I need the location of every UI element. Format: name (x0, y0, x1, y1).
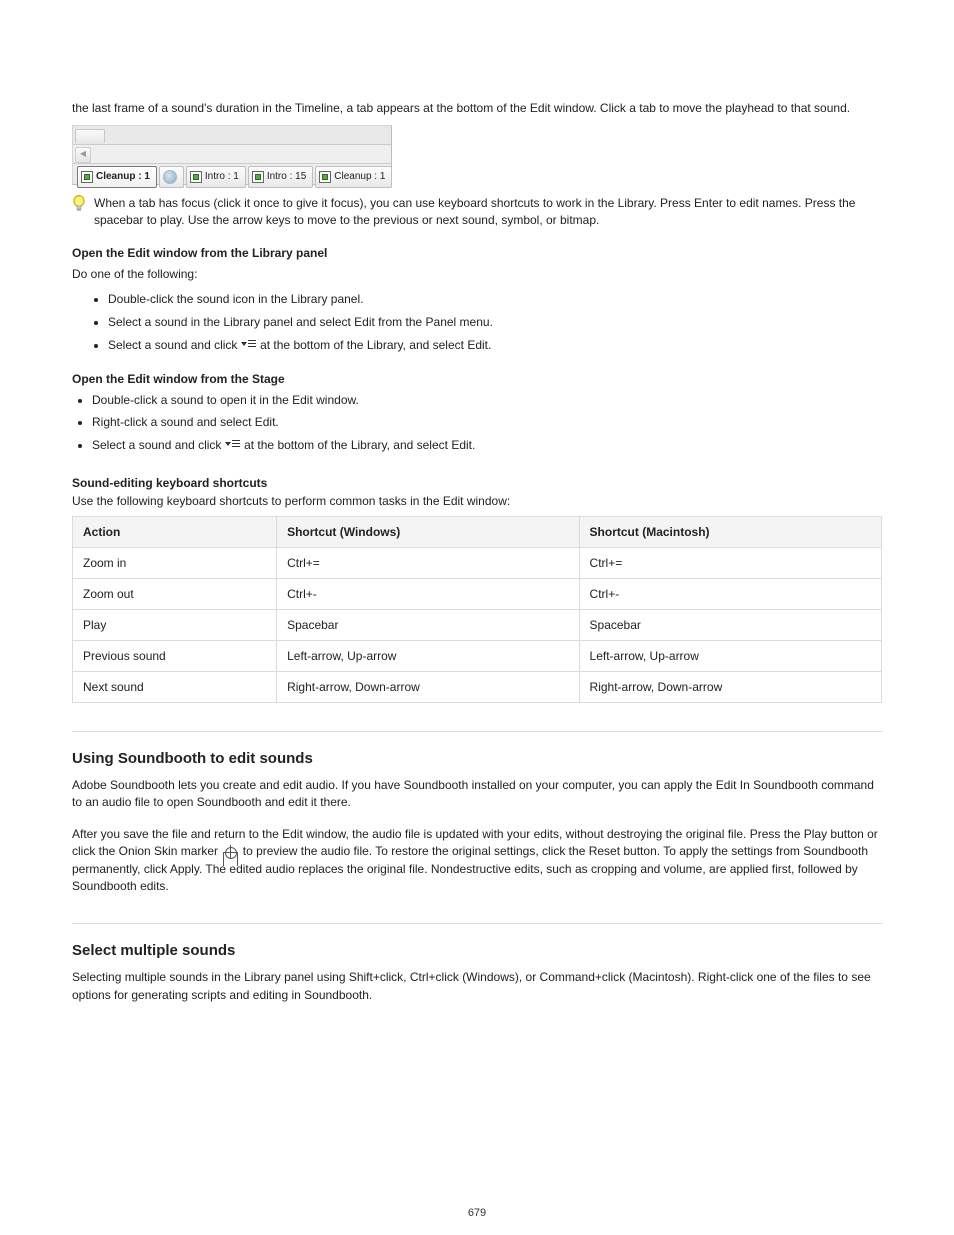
list-item: Right-click a sound and select Edit. (92, 414, 882, 431)
list-item: Select a sound and click at the bottom o… (92, 437, 882, 454)
list-item: Select a sound in the Library panel and … (108, 314, 882, 331)
sound-item-icon (319, 171, 331, 183)
shortcuts-heading: Sound-editing keyboard shortcuts (72, 476, 882, 490)
table-cell: Right-arrow, Down-arrow (277, 671, 579, 702)
table-cell: Left-arrow, Up-arrow (277, 640, 579, 671)
open-action-list: Double-click the sound icon in the Libra… (108, 291, 882, 353)
sound-item-icon (252, 171, 264, 183)
list-item-suffix: at the bottom of the Library, and select… (257, 338, 492, 352)
screenshot-tab: Intro : 1 (186, 166, 246, 188)
select-multiple-para: Selecting multiple sounds in the Library… (72, 969, 882, 1004)
open-from-stage-list: Double-click a sound to open it in the E… (92, 392, 882, 454)
panel-menu-icon (242, 340, 256, 352)
sound-item-icon (81, 171, 93, 183)
panel-menu-icon (226, 440, 240, 452)
list-item: Double-click the sound icon in the Libra… (108, 291, 882, 308)
screenshot-tab-label: Cleanup : 1 (96, 171, 150, 182)
table-cell: Zoom out (73, 578, 277, 609)
col-action: Action (73, 516, 277, 547)
select-multiple-heading: Select multiple sounds (72, 942, 882, 959)
open-instruction: Do one of the following: (72, 266, 882, 283)
page-number: 679 (0, 1207, 954, 1219)
section-divider (72, 923, 882, 924)
col-windows: Shortcut (Windows) (277, 516, 579, 547)
list-item: Select a sound and click at the bottom o… (108, 337, 882, 354)
screenshot-tab-globe (159, 166, 184, 188)
list-item-suffix: at the bottom of the Library, and select… (241, 438, 476, 452)
table-cell: Right-arrow, Down-arrow (579, 671, 881, 702)
screenshot-scroll-row: ◀ (73, 145, 391, 164)
screenshot-tab-label: Intro : 1 (205, 171, 239, 182)
table-cell: Zoom in (73, 547, 277, 578)
table-cell: Spacebar (277, 609, 579, 640)
soundbooth-heading: Using Soundbooth to edit sounds (72, 750, 882, 767)
list-item-prefix: Select a sound and click (92, 438, 225, 452)
onion-skin-marker-icon (223, 845, 237, 859)
shortcuts-table: Action Shortcut (Windows) Shortcut (Maci… (72, 516, 882, 703)
table-cell: Ctrl+- (277, 578, 579, 609)
col-mac: Shortcut (Macintosh) (579, 516, 881, 547)
table-cell: Previous sound (73, 640, 277, 671)
table-cell: Ctrl+= (579, 547, 881, 578)
table-row: PlaySpacebarSpacebar (73, 609, 882, 640)
screenshot-tab-label: Intro : 15 (267, 171, 306, 182)
screenshot-tab: Cleanup : 1 (315, 166, 392, 188)
tip-text: When a tab has focus (click it once to g… (94, 195, 882, 229)
section-divider (72, 731, 882, 732)
table-row: Previous soundLeft-arrow, Up-arrowLeft-a… (73, 640, 882, 671)
sound-item-icon (190, 171, 202, 183)
list-item: Double-click a sound to open it in the E… (92, 392, 882, 409)
screenshot-tab-bar: Cleanup : 1 Intro : 1 Intro : 15 Cleanup : … (73, 164, 391, 190)
table-cell: Ctrl+= (277, 547, 579, 578)
screenshot-sound-tabs: ◀ Cleanup : 1 Intro : 1 Intro : 15 Cleanup … (72, 125, 392, 185)
scroll-left-arrow-icon: ◀ (75, 147, 91, 163)
screenshot-tab: Intro : 15 (248, 166, 313, 188)
table-header-row: Action Shortcut (Windows) Shortcut (Maci… (73, 516, 882, 547)
table-cell: Spacebar (579, 609, 881, 640)
tab-stub (75, 129, 105, 143)
open-edit-window-heading: Open the Edit window from the Library pa… (72, 246, 882, 260)
open-from-stage-heading: Open the Edit window from the Stage (72, 372, 882, 386)
table-cell: Play (73, 609, 277, 640)
table-cell: Next sound (73, 671, 277, 702)
table-row: Zoom outCtrl+-Ctrl+- (73, 578, 882, 609)
screenshot-tab: Cleanup : 1 (77, 166, 157, 188)
list-item-prefix: Select a sound and click (108, 338, 241, 352)
tip-callout: When a tab has focus (click it once to g… (72, 195, 882, 229)
table-row: Zoom inCtrl+=Ctrl+= (73, 547, 882, 578)
screenshot-top-row (73, 126, 391, 145)
table-cell: Ctrl+- (579, 578, 881, 609)
lightbulb-icon (72, 195, 86, 213)
soundbooth-para-1: Adobe Soundbooth lets you create and edi… (72, 777, 882, 812)
shortcuts-subtext: Use the following keyboard shortcuts to … (72, 494, 882, 508)
table-row: Next soundRight-arrow, Down-arrowRight-a… (73, 671, 882, 702)
screenshot-tab-label: Cleanup : 1 (334, 171, 385, 182)
intro-paragraph: the last frame of a sound's duration in … (72, 100, 882, 117)
globe-icon (163, 170, 177, 184)
soundbooth-para-2: After you save the file and return to th… (72, 826, 882, 896)
table-cell: Left-arrow, Up-arrow (579, 640, 881, 671)
